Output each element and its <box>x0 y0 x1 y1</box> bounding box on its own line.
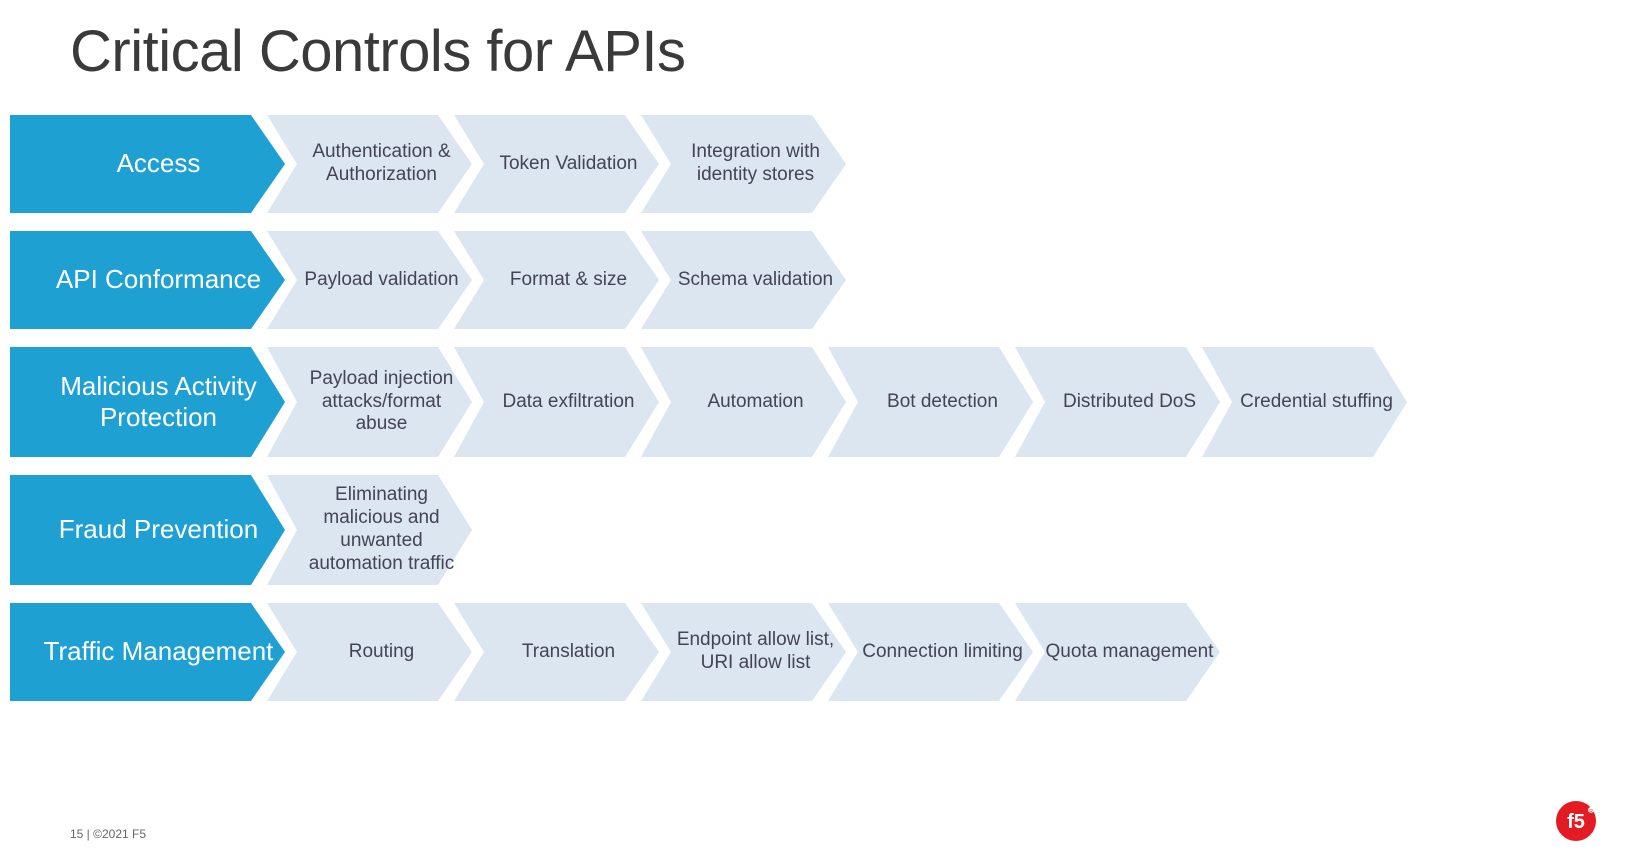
category-chevron: Fraud Prevention <box>10 475 285 585</box>
item-label: Connection limiting <box>834 641 1027 664</box>
category-chevron: API Conformance <box>10 231 285 329</box>
svg-text:R: R <box>1589 809 1593 815</box>
category-chevron: Access <box>10 115 285 213</box>
category-label: Access <box>89 148 207 179</box>
diagram-row: Traffic Management Routing Translation E… <box>10 603 1638 701</box>
item-chevron: Translation <box>454 603 659 701</box>
category-label: Traffic Management <box>16 636 280 667</box>
item-chevron: Token Validation <box>454 115 659 213</box>
category-label: Malicious Activity Protection <box>10 371 285 433</box>
item-label: Payload injection attacks/format abuse <box>267 368 472 436</box>
item-label: Authentication & Authorization <box>267 141 472 187</box>
diagram-row: API Conformance Payload validation Forma… <box>10 231 1638 329</box>
item-chevron: Authentication & Authorization <box>267 115 472 213</box>
footer-text: 15 | ©2021 F5 <box>70 827 146 841</box>
diagram-row: Fraud Prevention Eliminating malicious a… <box>10 475 1638 585</box>
item-label: Automation <box>679 391 807 414</box>
item-chevron: Endpoint allow list, URI allow list <box>641 603 846 701</box>
item-label: Quota management <box>1018 641 1218 664</box>
item-chevron: Payload validation <box>267 231 472 329</box>
item-label: Translation <box>494 641 619 664</box>
item-chevron: Connection limiting <box>828 603 1033 701</box>
item-label: Schema validation <box>650 269 837 292</box>
item-chevron: Data exfiltration <box>454 347 659 457</box>
category-chevron: Traffic Management <box>10 603 285 701</box>
item-label: Eliminating malicious and unwanted autom… <box>267 484 472 575</box>
item-chevron: Eliminating malicious and unwanted autom… <box>267 475 472 585</box>
page-title: Critical Controls for APIs <box>0 0 1638 85</box>
item-label: Routing <box>321 641 419 664</box>
item-label: Token Validation <box>471 153 641 176</box>
item-label: Format & size <box>482 269 631 292</box>
item-chevron: Integration with identity stores <box>641 115 846 213</box>
item-chevron: Routing <box>267 603 472 701</box>
item-label: Endpoint allow list, URI allow list <box>641 629 846 675</box>
item-chevron: Payload injection attacks/format abuse <box>267 347 472 457</box>
item-chevron: Bot detection <box>828 347 1033 457</box>
item-label: Credential stuffing <box>1212 391 1397 414</box>
item-chevron: Credential stuffing <box>1202 347 1407 457</box>
item-label: Bot detection <box>859 391 1002 414</box>
item-label: Payload validation <box>276 269 462 292</box>
item-chevron: Quota management <box>1015 603 1220 701</box>
item-chevron: Format & size <box>454 231 659 329</box>
item-chevron: Automation <box>641 347 846 457</box>
item-label: Integration with identity stores <box>641 141 846 187</box>
category-label: Fraud Prevention <box>31 514 264 545</box>
diagram-rows: Access Authentication & Authorization To… <box>0 85 1638 701</box>
item-label: Data exfiltration <box>474 391 638 414</box>
f5-logo-icon: f5 R <box>1554 799 1598 843</box>
category-chevron: Malicious Activity Protection <box>10 347 285 457</box>
category-label: API Conformance <box>28 264 267 295</box>
diagram-row: Malicious Activity Protection Payload in… <box>10 347 1638 457</box>
item-chevron: Schema validation <box>641 231 846 329</box>
svg-text:f5: f5 <box>1567 811 1585 833</box>
item-chevron: Distributed DoS <box>1015 347 1220 457</box>
diagram-row: Access Authentication & Authorization To… <box>10 115 1638 213</box>
item-label: Distributed DoS <box>1035 391 1200 414</box>
